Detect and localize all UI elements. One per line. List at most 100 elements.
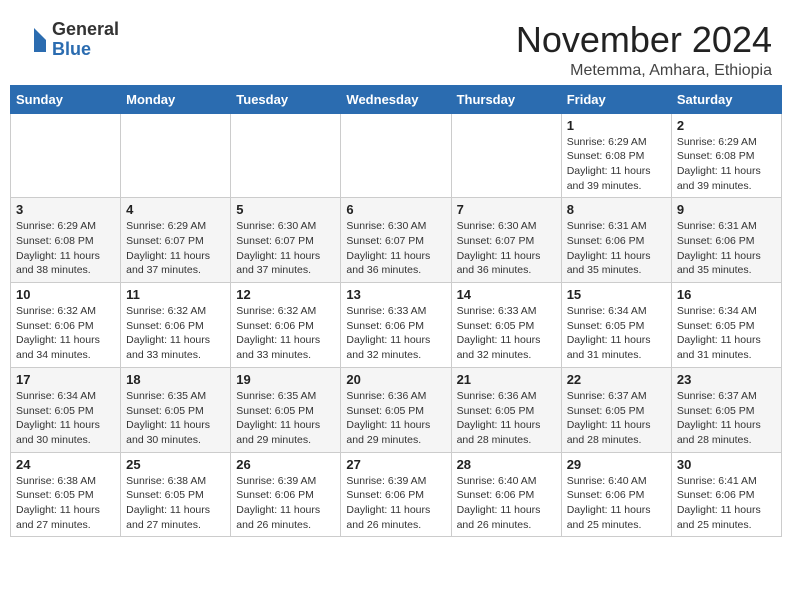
day-number: 25: [126, 457, 225, 472]
day-number: 4: [126, 202, 225, 217]
day-info: Sunrise: 6:30 AM Sunset: 6:07 PM Dayligh…: [346, 219, 445, 278]
calendar-table: SundayMondayTuesdayWednesdayThursdayFrid…: [10, 85, 782, 538]
day-info: Sunrise: 6:36 AM Sunset: 6:05 PM Dayligh…: [346, 389, 445, 448]
calendar-cell: 6 Sunrise: 6:30 AM Sunset: 6:07 PM Daylig…: [341, 198, 451, 283]
calendar-cell: 20 Sunrise: 6:36 AM Sunset: 6:05 PM Dayli…: [341, 367, 451, 452]
day-info: Sunrise: 6:32 AM Sunset: 6:06 PM Dayligh…: [16, 304, 115, 363]
calendar-cell: 18Sunrise: 6:35 AM Sunset: 6:05 PM Dayli…: [121, 367, 231, 452]
day-info: Sunrise: 6:38 AM Sunset: 6:05 PM Dayligh…: [126, 474, 225, 533]
day-info: Sunrise: 6:32 AM Sunset: 6:06 PM Dayligh…: [236, 304, 335, 363]
calendar-cell: 27 Sunrise: 6:39 AM Sunset: 6:06 PM Dayli…: [341, 452, 451, 537]
calendar-cell: 10 Sunrise: 6:32 AM Sunset: 6:06 PM Dayli…: [11, 283, 121, 368]
day-info: Sunrise: 6:32 AM Sunset: 6:06 PM Dayligh…: [126, 304, 225, 363]
day-info: Sunrise: 6:35 AM Sunset: 6:05 PM Dayligh…: [126, 389, 225, 448]
day-number: 22: [567, 372, 666, 387]
calendar-cell: [231, 113, 341, 198]
calendar-cell: 12 Sunrise: 6:32 AM Sunset: 6:06 PM Dayli…: [231, 283, 341, 368]
calendar-cell: [11, 113, 121, 198]
day-info: Sunrise: 6:37 AM Sunset: 6:05 PM Dayligh…: [677, 389, 776, 448]
calendar-cell: 5 Sunrise: 6:30 AM Sunset: 6:07 PM Daylig…: [231, 198, 341, 283]
day-header-saturday: Saturday: [671, 85, 781, 113]
day-info: Sunrise: 6:33 AM Sunset: 6:06 PM Dayligh…: [346, 304, 445, 363]
calendar-cell: 25 Sunrise: 6:38 AM Sunset: 6:05 PM Dayli…: [121, 452, 231, 537]
day-number: 28: [457, 457, 556, 472]
calendar-cell: 1 Sunrise: 6:29 AM Sunset: 6:08 PM Daylig…: [561, 113, 671, 198]
day-info: Sunrise: 6:41 AM Sunset: 6:06 PM Dayligh…: [677, 474, 776, 533]
day-header-tuesday: Tuesday: [231, 85, 341, 113]
day-number: 14: [457, 287, 556, 302]
day-info: Sunrise: 6:34 AM Sunset: 6:05 PM Dayligh…: [567, 304, 666, 363]
day-header-sunday: Sunday: [11, 85, 121, 113]
calendar-cell: 28 Sunrise: 6:40 AM Sunset: 6:06 PM Dayli…: [451, 452, 561, 537]
day-number: 21: [457, 372, 556, 387]
day-number: 16: [677, 287, 776, 302]
day-number: 2: [677, 118, 776, 133]
calendar-cell: [121, 113, 231, 198]
day-number: 20: [346, 372, 445, 387]
title-section: November 2024 Metemma, Amhara, Ethiopia: [516, 20, 772, 80]
day-info: Sunrise: 6:40 AM Sunset: 6:06 PM Dayligh…: [457, 474, 556, 533]
day-number: 24: [16, 457, 115, 472]
day-number: 1: [567, 118, 666, 133]
day-info: Sunrise: 6:30 AM Sunset: 6:07 PM Dayligh…: [236, 219, 335, 278]
day-number: 23: [677, 372, 776, 387]
calendar-cell: 29 Sunrise: 6:40 AM Sunset: 6:06 PM Dayli…: [561, 452, 671, 537]
day-number: 11: [126, 287, 225, 302]
day-number: 3: [16, 202, 115, 217]
page-header: General Blue November 2024 Metemma, Amha…: [10, 10, 782, 85]
day-number: 13: [346, 287, 445, 302]
logo-general: General: [52, 20, 119, 40]
logo: General Blue: [20, 20, 119, 60]
day-number: 7: [457, 202, 556, 217]
month-title: November 2024: [516, 20, 772, 60]
day-number: 8: [567, 202, 666, 217]
day-info: Sunrise: 6:40 AM Sunset: 6:06 PM Dayligh…: [567, 474, 666, 533]
location: Metemma, Amhara, Ethiopia: [516, 62, 772, 80]
day-info: Sunrise: 6:39 AM Sunset: 6:06 PM Dayligh…: [346, 474, 445, 533]
day-number: 5: [236, 202, 335, 217]
day-number: 30: [677, 457, 776, 472]
day-number: 19: [236, 372, 335, 387]
calendar-cell: 4 Sunrise: 6:29 AM Sunset: 6:07 PM Daylig…: [121, 198, 231, 283]
day-number: 6: [346, 202, 445, 217]
calendar-cell: 7 Sunrise: 6:30 AM Sunset: 6:07 PM Daylig…: [451, 198, 561, 283]
day-info: Sunrise: 6:29 AM Sunset: 6:08 PM Dayligh…: [567, 135, 666, 194]
calendar-cell: 24Sunrise: 6:38 AM Sunset: 6:05 PM Dayli…: [11, 452, 121, 537]
calendar-cell: 13 Sunrise: 6:33 AM Sunset: 6:06 PM Dayli…: [341, 283, 451, 368]
day-number: 26: [236, 457, 335, 472]
calendar-cell: 2 Sunrise: 6:29 AM Sunset: 6:08 PM Daylig…: [671, 113, 781, 198]
day-number: 12: [236, 287, 335, 302]
day-number: 17: [16, 372, 115, 387]
day-number: 10: [16, 287, 115, 302]
day-info: Sunrise: 6:29 AM Sunset: 6:08 PM Dayligh…: [677, 135, 776, 194]
calendar-cell: [341, 113, 451, 198]
calendar-cell: 8 Sunrise: 6:31 AM Sunset: 6:06 PM Daylig…: [561, 198, 671, 283]
calendar-cell: 11 Sunrise: 6:32 AM Sunset: 6:06 PM Dayli…: [121, 283, 231, 368]
day-header-monday: Monday: [121, 85, 231, 113]
calendar-cell: 23 Sunrise: 6:37 AM Sunset: 6:05 PM Dayli…: [671, 367, 781, 452]
logo-icon: [20, 26, 48, 54]
calendar-cell: 9Sunrise: 6:31 AM Sunset: 6:06 PM Daylig…: [671, 198, 781, 283]
calendar-cell: 16 Sunrise: 6:34 AM Sunset: 6:05 PM Dayli…: [671, 283, 781, 368]
calendar-cell: 30 Sunrise: 6:41 AM Sunset: 6:06 PM Dayli…: [671, 452, 781, 537]
day-info: Sunrise: 6:31 AM Sunset: 6:06 PM Dayligh…: [567, 219, 666, 278]
day-info: Sunrise: 6:29 AM Sunset: 6:07 PM Dayligh…: [126, 219, 225, 278]
calendar-cell: 19Sunrise: 6:35 AM Sunset: 6:05 PM Dayli…: [231, 367, 341, 452]
day-info: Sunrise: 6:36 AM Sunset: 6:05 PM Dayligh…: [457, 389, 556, 448]
day-header-friday: Friday: [561, 85, 671, 113]
day-info: Sunrise: 6:34 AM Sunset: 6:05 PM Dayligh…: [677, 304, 776, 363]
day-info: Sunrise: 6:30 AM Sunset: 6:07 PM Dayligh…: [457, 219, 556, 278]
day-info: Sunrise: 6:37 AM Sunset: 6:05 PM Dayligh…: [567, 389, 666, 448]
calendar-cell: 22 Sunrise: 6:37 AM Sunset: 6:05 PM Dayli…: [561, 367, 671, 452]
day-info: Sunrise: 6:39 AM Sunset: 6:06 PM Dayligh…: [236, 474, 335, 533]
day-info: Sunrise: 6:34 AM Sunset: 6:05 PM Dayligh…: [16, 389, 115, 448]
calendar-cell: 21 Sunrise: 6:36 AM Sunset: 6:05 PM Dayli…: [451, 367, 561, 452]
day-info: Sunrise: 6:33 AM Sunset: 6:05 PM Dayligh…: [457, 304, 556, 363]
calendar-cell: [451, 113, 561, 198]
day-number: 15: [567, 287, 666, 302]
day-number: 29: [567, 457, 666, 472]
logo-text: General Blue: [52, 20, 119, 60]
day-number: 9: [677, 202, 776, 217]
day-number: 27: [346, 457, 445, 472]
calendar-cell: 14 Sunrise: 6:33 AM Sunset: 6:05 PM Dayli…: [451, 283, 561, 368]
